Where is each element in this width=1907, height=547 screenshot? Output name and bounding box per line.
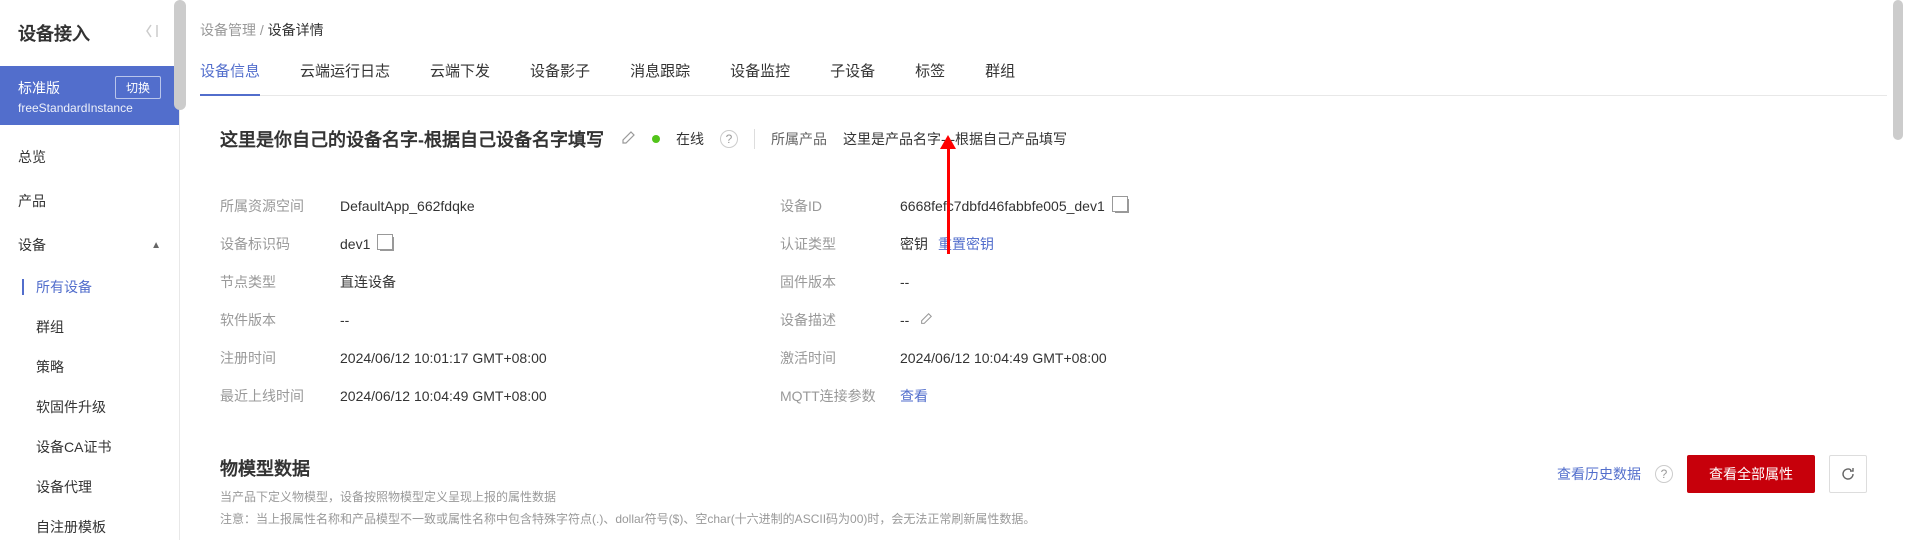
- collapse-icon[interactable]: [145, 23, 161, 44]
- node-label: 节点类型: [220, 272, 340, 292]
- auth-label: 认证类型: [780, 234, 900, 254]
- view-all-props-button[interactable]: 查看全部属性: [1687, 455, 1815, 493]
- info-col-right: 设备ID6668fefc7dbfd46fabbfe005_dev1 认证类型密钥…: [780, 187, 1280, 415]
- sidebar-header: 设备接入: [0, 0, 179, 66]
- space-label: 所属资源空间: [220, 196, 340, 216]
- tab-tags[interactable]: 标签: [915, 60, 945, 95]
- reset-key-link[interactable]: 重置密钥: [938, 234, 994, 254]
- active-value: 2024/06/12 10:04:49 GMT+08:00: [900, 350, 1107, 366]
- tab-shadow[interactable]: 设备影子: [530, 60, 590, 95]
- id-label: 设备ID: [780, 196, 900, 216]
- instance-box: 标准版 切换 freeStandardInstance: [0, 66, 179, 125]
- code-label: 设备标识码: [220, 234, 340, 254]
- main-content: 设备管理 / 设备详情 设备信息 云端运行日志 云端下发 设备影子 消息跟踪 设…: [180, 0, 1907, 530]
- reg-value: 2024/06/12 10:01:17 GMT+08:00: [340, 350, 547, 366]
- switch-instance-button[interactable]: 切换: [115, 76, 161, 99]
- fw-label: 固件版本: [780, 272, 900, 292]
- reg-label: 注册时间: [220, 348, 340, 368]
- edit-name-icon[interactable]: [620, 130, 636, 149]
- tab-device-info[interactable]: 设备信息: [200, 60, 260, 95]
- model-desc2: 注意：当上报属性名称和产品模型不一致或属性名称中包含特殊字符点(.)、dolla…: [220, 509, 1557, 531]
- auth-value: 密钥: [900, 234, 928, 254]
- device-card: 这里是你自己的设备名字-根据自己设备名字填写 在线 ? 所属产品 这里是产品名字…: [200, 126, 1887, 530]
- active-label: 激活时间: [780, 348, 900, 368]
- copy-code-icon[interactable]: [380, 237, 394, 251]
- mqtt-view-link[interactable]: 查看: [900, 386, 928, 406]
- model-desc1: 当产品下定义物模型，设备按照物模型定义呈现上报的属性数据: [220, 487, 1557, 509]
- last-value: 2024/06/12 10:04:49 GMT+08:00: [340, 388, 547, 404]
- desc-value: --: [900, 312, 909, 328]
- mqtt-label: MQTT连接参数: [780, 386, 900, 406]
- instance-sub: freeStandardInstance: [18, 101, 161, 115]
- tabs: 设备信息 云端运行日志 云端下发 设备影子 消息跟踪 设备监控 子设备 标签 群…: [200, 60, 1887, 96]
- product-name: 这里是产品名字---根据自己产品填写: [843, 129, 1067, 149]
- sidebar-item-self-register[interactable]: 自注册模板: [0, 507, 179, 547]
- tab-cloud-log[interactable]: 云端运行日志: [300, 60, 390, 95]
- device-title-row: 这里是你自己的设备名字-根据自己设备名字填写 在线 ? 所属产品 这里是产品名字…: [220, 126, 1867, 152]
- nav-product[interactable]: 产品: [0, 179, 179, 223]
- tab-groups[interactable]: 群组: [985, 60, 1015, 95]
- breadcrumb-current: 设备详情: [268, 22, 324, 38]
- nav-overview[interactable]: 总览: [0, 135, 179, 179]
- info-col-left: 所属资源空间DefaultApp_662fdqke 设备标识码dev1 节点类型…: [220, 187, 720, 415]
- sidebar-item-groups[interactable]: 群组: [0, 307, 179, 347]
- refresh-button[interactable]: [1829, 455, 1867, 493]
- sidebar-item-policies[interactable]: 策略: [0, 347, 179, 387]
- tab-cloud-send[interactable]: 云端下发: [430, 60, 490, 95]
- page-scrollbar[interactable]: [1893, 0, 1903, 540]
- model-title: 物模型数据: [220, 455, 1557, 481]
- id-value: 6668fefc7dbfd46fabbfe005_dev1: [900, 198, 1105, 214]
- status-help-icon[interactable]: ?: [720, 130, 738, 148]
- tab-sub-device[interactable]: 子设备: [830, 60, 875, 95]
- edit-desc-icon[interactable]: [919, 312, 933, 329]
- sidebar-item-proxy[interactable]: 设备代理: [0, 467, 179, 507]
- desc-label: 设备描述: [780, 310, 900, 330]
- sidebar-item-firmware[interactable]: 软固件升级: [0, 387, 179, 427]
- status-dot-icon: [652, 135, 660, 143]
- info-grid: 所属资源空间DefaultApp_662fdqke 设备标识码dev1 节点类型…: [220, 187, 1867, 415]
- history-help-icon[interactable]: ?: [1655, 465, 1673, 483]
- sw-label: 软件版本: [220, 310, 340, 330]
- model-section: 物模型数据 当产品下定义物模型，设备按照物模型定义呈现上报的属性数据 注意：当上…: [220, 455, 1867, 530]
- nav-device[interactable]: 设备 ▲: [0, 223, 179, 267]
- sidebar-item-ca[interactable]: 设备CA证书: [0, 427, 179, 467]
- product-label: 所属产品: [771, 129, 827, 149]
- sidebar-item-all-devices[interactable]: 所有设备: [0, 267, 179, 307]
- sw-value: --: [340, 312, 349, 328]
- status-text: 在线: [676, 129, 704, 149]
- sidebar-title: 设备接入: [18, 20, 90, 46]
- sidebar: 设备接入 标准版 切换 freeStandardInstance 总览 产品 设…: [0, 0, 180, 540]
- code-value: dev1: [340, 236, 370, 252]
- instance-name: 标准版: [18, 78, 60, 98]
- tab-msg-trace[interactable]: 消息跟踪: [630, 60, 690, 95]
- tab-monitor[interactable]: 设备监控: [730, 60, 790, 95]
- copy-id-icon[interactable]: [1115, 199, 1129, 213]
- device-name-heading: 这里是你自己的设备名字-根据自己设备名字填写: [220, 126, 604, 152]
- nav-device-label: 设备: [18, 235, 46, 255]
- history-data-link[interactable]: 查看历史数据: [1557, 464, 1641, 484]
- breadcrumb-parent[interactable]: 设备管理: [200, 22, 256, 38]
- caret-up-icon: ▲: [151, 240, 161, 251]
- breadcrumb: 设备管理 / 设备详情: [200, 20, 1887, 40]
- node-value: 直连设备: [340, 272, 396, 292]
- fw-value: --: [900, 274, 909, 290]
- last-label: 最近上线时间: [220, 386, 340, 406]
- separator: [754, 129, 755, 149]
- space-value: DefaultApp_662fdqke: [340, 198, 475, 214]
